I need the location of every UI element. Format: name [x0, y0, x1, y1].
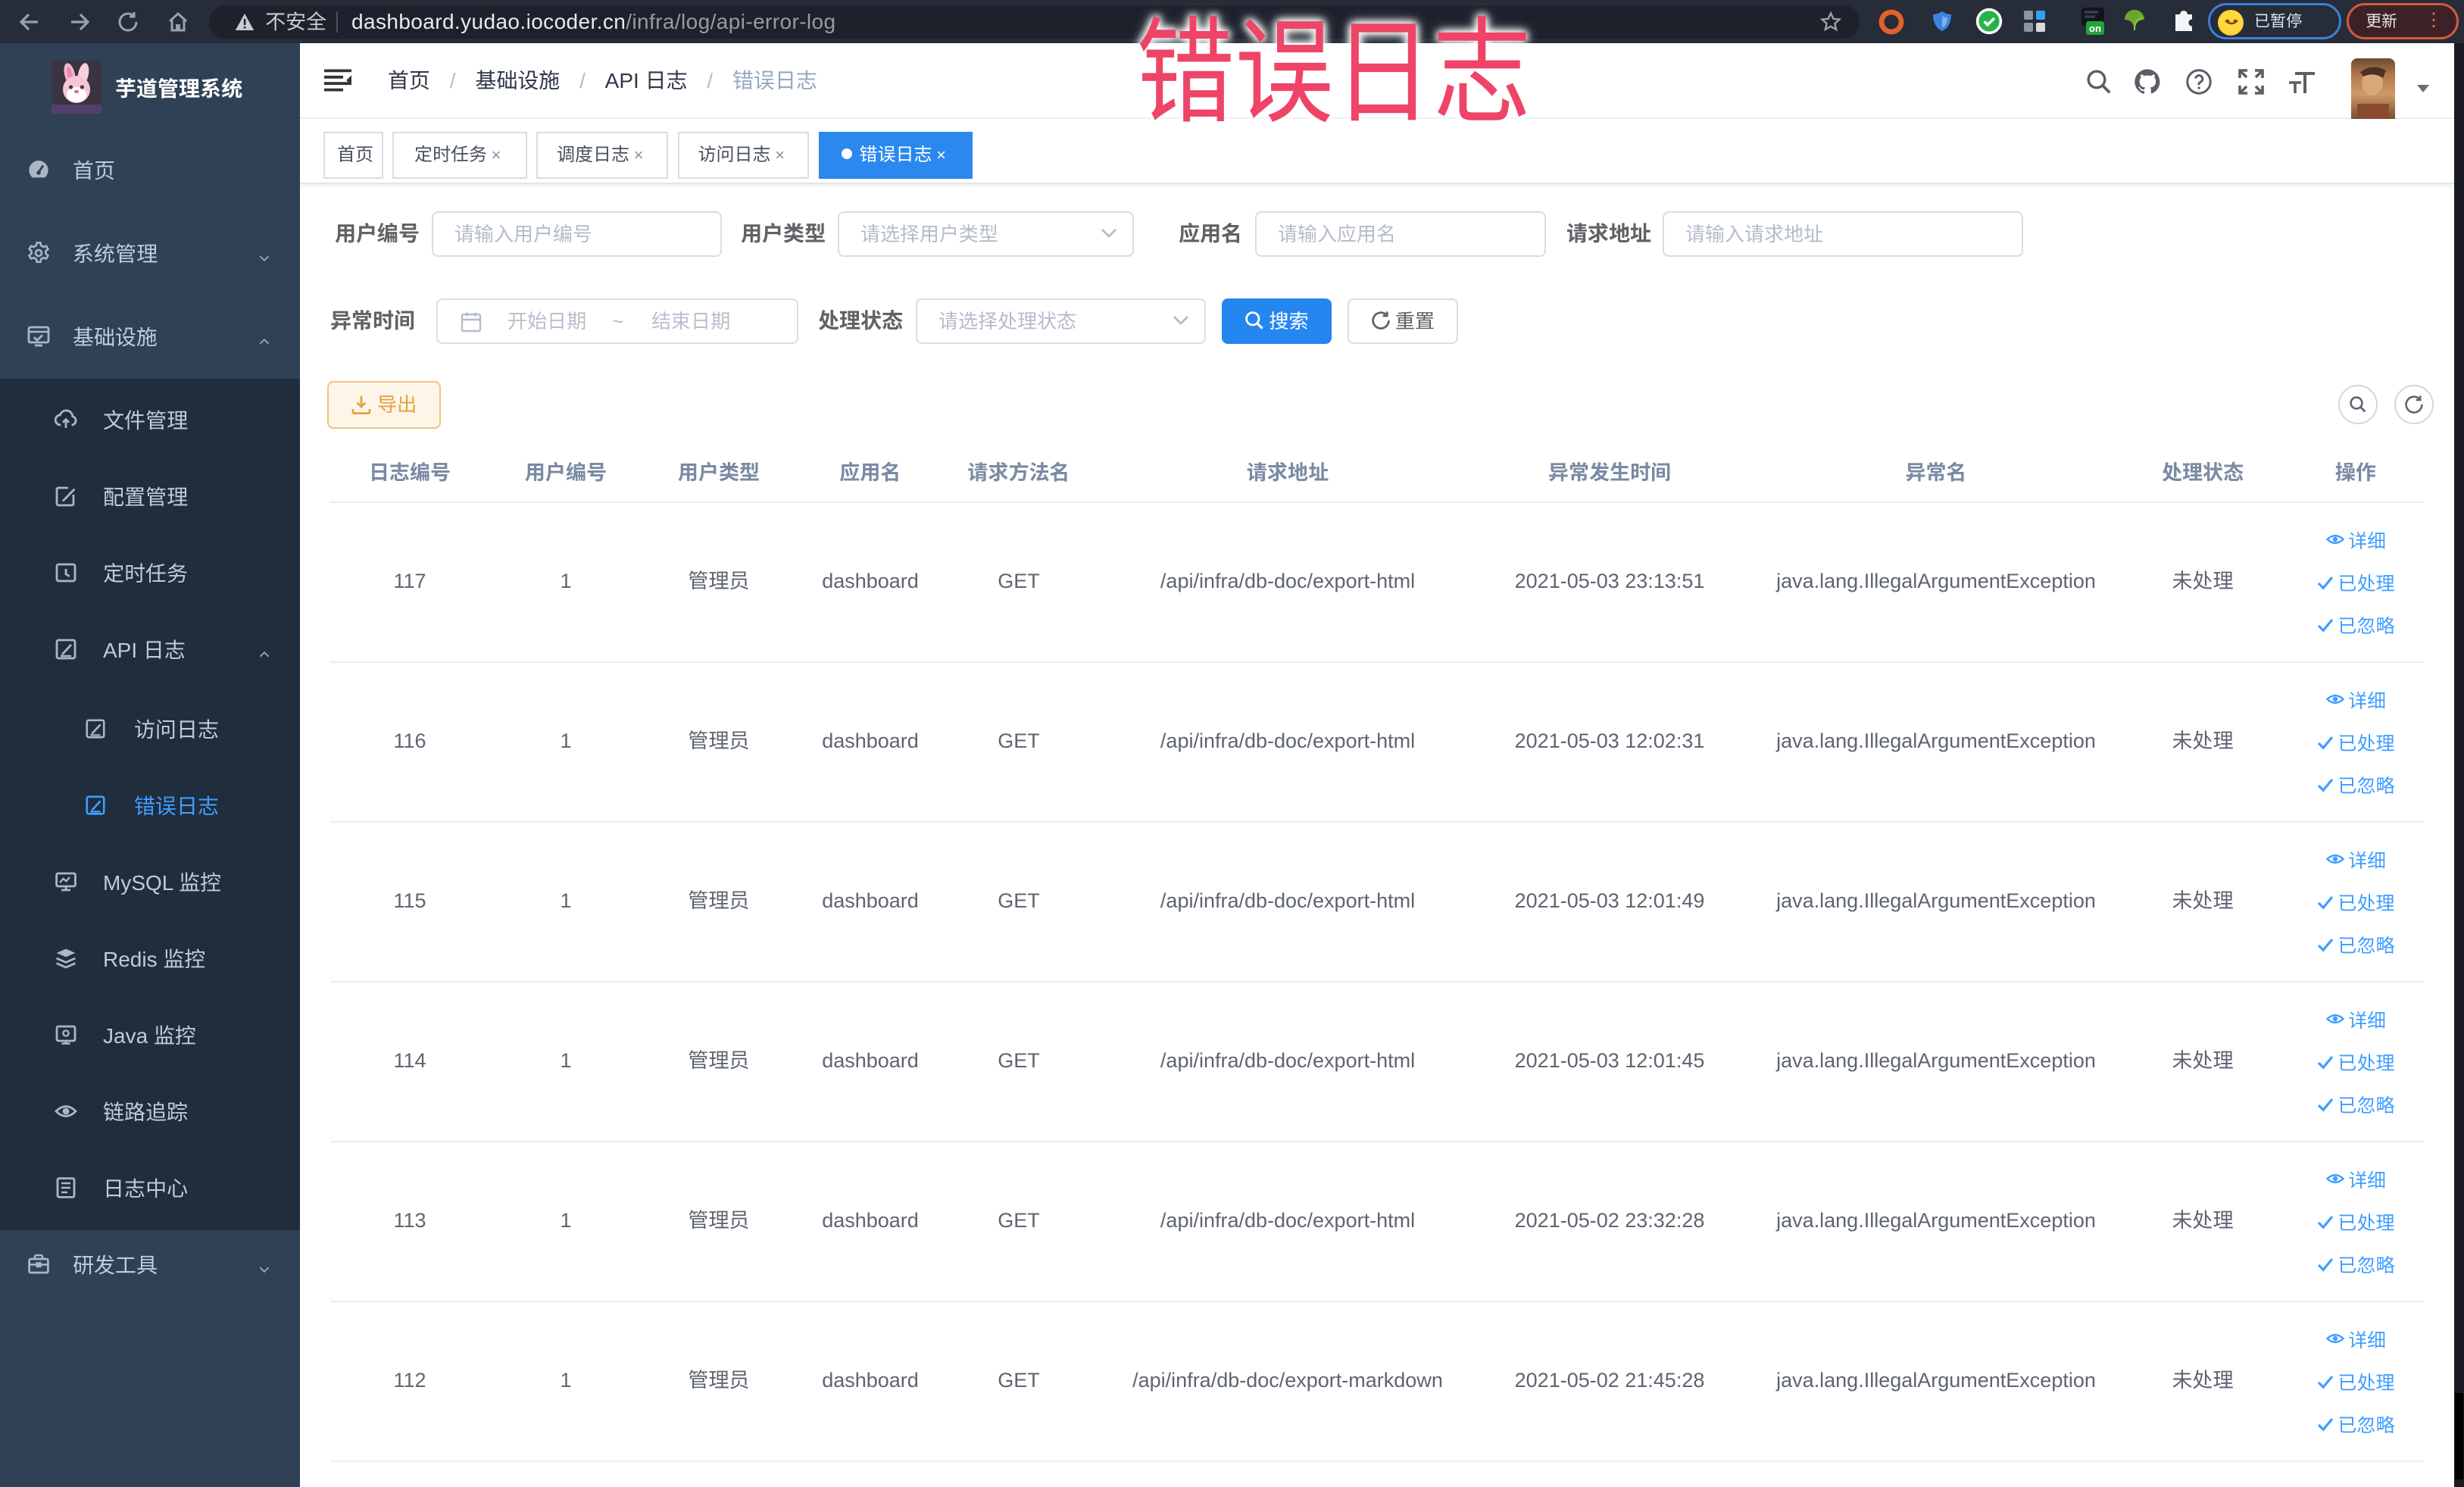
- svg-text:on: on: [2089, 23, 2101, 34]
